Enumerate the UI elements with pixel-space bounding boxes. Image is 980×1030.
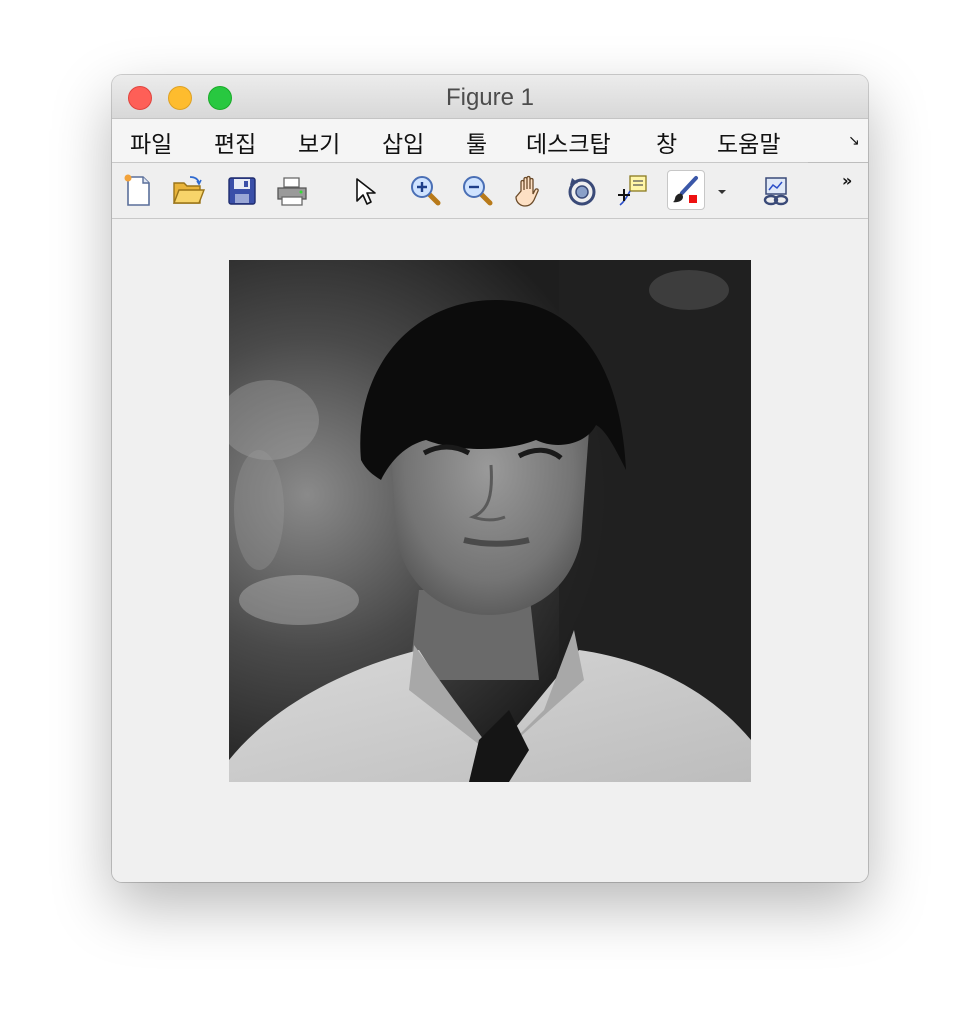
- brush-icon[interactable]: [668, 173, 704, 209]
- menu-edit[interactable]: 편집: [214, 125, 256, 159]
- menu-window[interactable]: 창: [656, 125, 677, 159]
- print-icon[interactable]: [274, 173, 310, 209]
- rotate-3d-icon[interactable]: [564, 173, 600, 209]
- figure-canvas: [112, 219, 868, 882]
- zoom-out-icon[interactable]: [460, 173, 496, 209]
- menu-insert[interactable]: 삽입: [382, 125, 424, 159]
- chevron-double-right-icon[interactable]: »: [842, 171, 852, 190]
- menu-desktop[interactable]: 데스크탑: [526, 125, 611, 159]
- title-bar[interactable]: Figure 1: [112, 75, 868, 119]
- menu-bar: 파일 편집 보기 삽입 툴 데스크탑 창 도움말 ↘: [112, 119, 868, 163]
- menu-file[interactable]: 파일: [130, 125, 172, 159]
- menu-help[interactable]: 도움말: [717, 125, 780, 159]
- figure-window: Figure 1 파일 편집 보기 삽입 툴 데스크탑 창 도움말 ↘ »: [112, 75, 868, 882]
- save-icon[interactable]: [224, 173, 260, 209]
- new-figure-icon[interactable]: [120, 173, 156, 209]
- toolbar: »: [112, 163, 868, 219]
- window-title: Figure 1: [445, 84, 535, 111]
- open-file-icon[interactable]: [170, 173, 206, 209]
- link-plot-icon[interactable]: [758, 173, 794, 209]
- data-cursor-icon[interactable]: [616, 173, 652, 209]
- zoom-in-icon[interactable]: [408, 173, 444, 209]
- grayscale-portrait-image: [229, 260, 751, 782]
- dock-arrow-icon[interactable]: ↘: [848, 133, 860, 149]
- menu-tools[interactable]: 툴: [466, 125, 487, 159]
- pan-hand-icon[interactable]: [512, 173, 548, 209]
- pointer-icon[interactable]: [348, 173, 384, 209]
- menu-view[interactable]: 보기: [298, 125, 340, 159]
- dropdown-arrow-icon[interactable]: [712, 173, 732, 209]
